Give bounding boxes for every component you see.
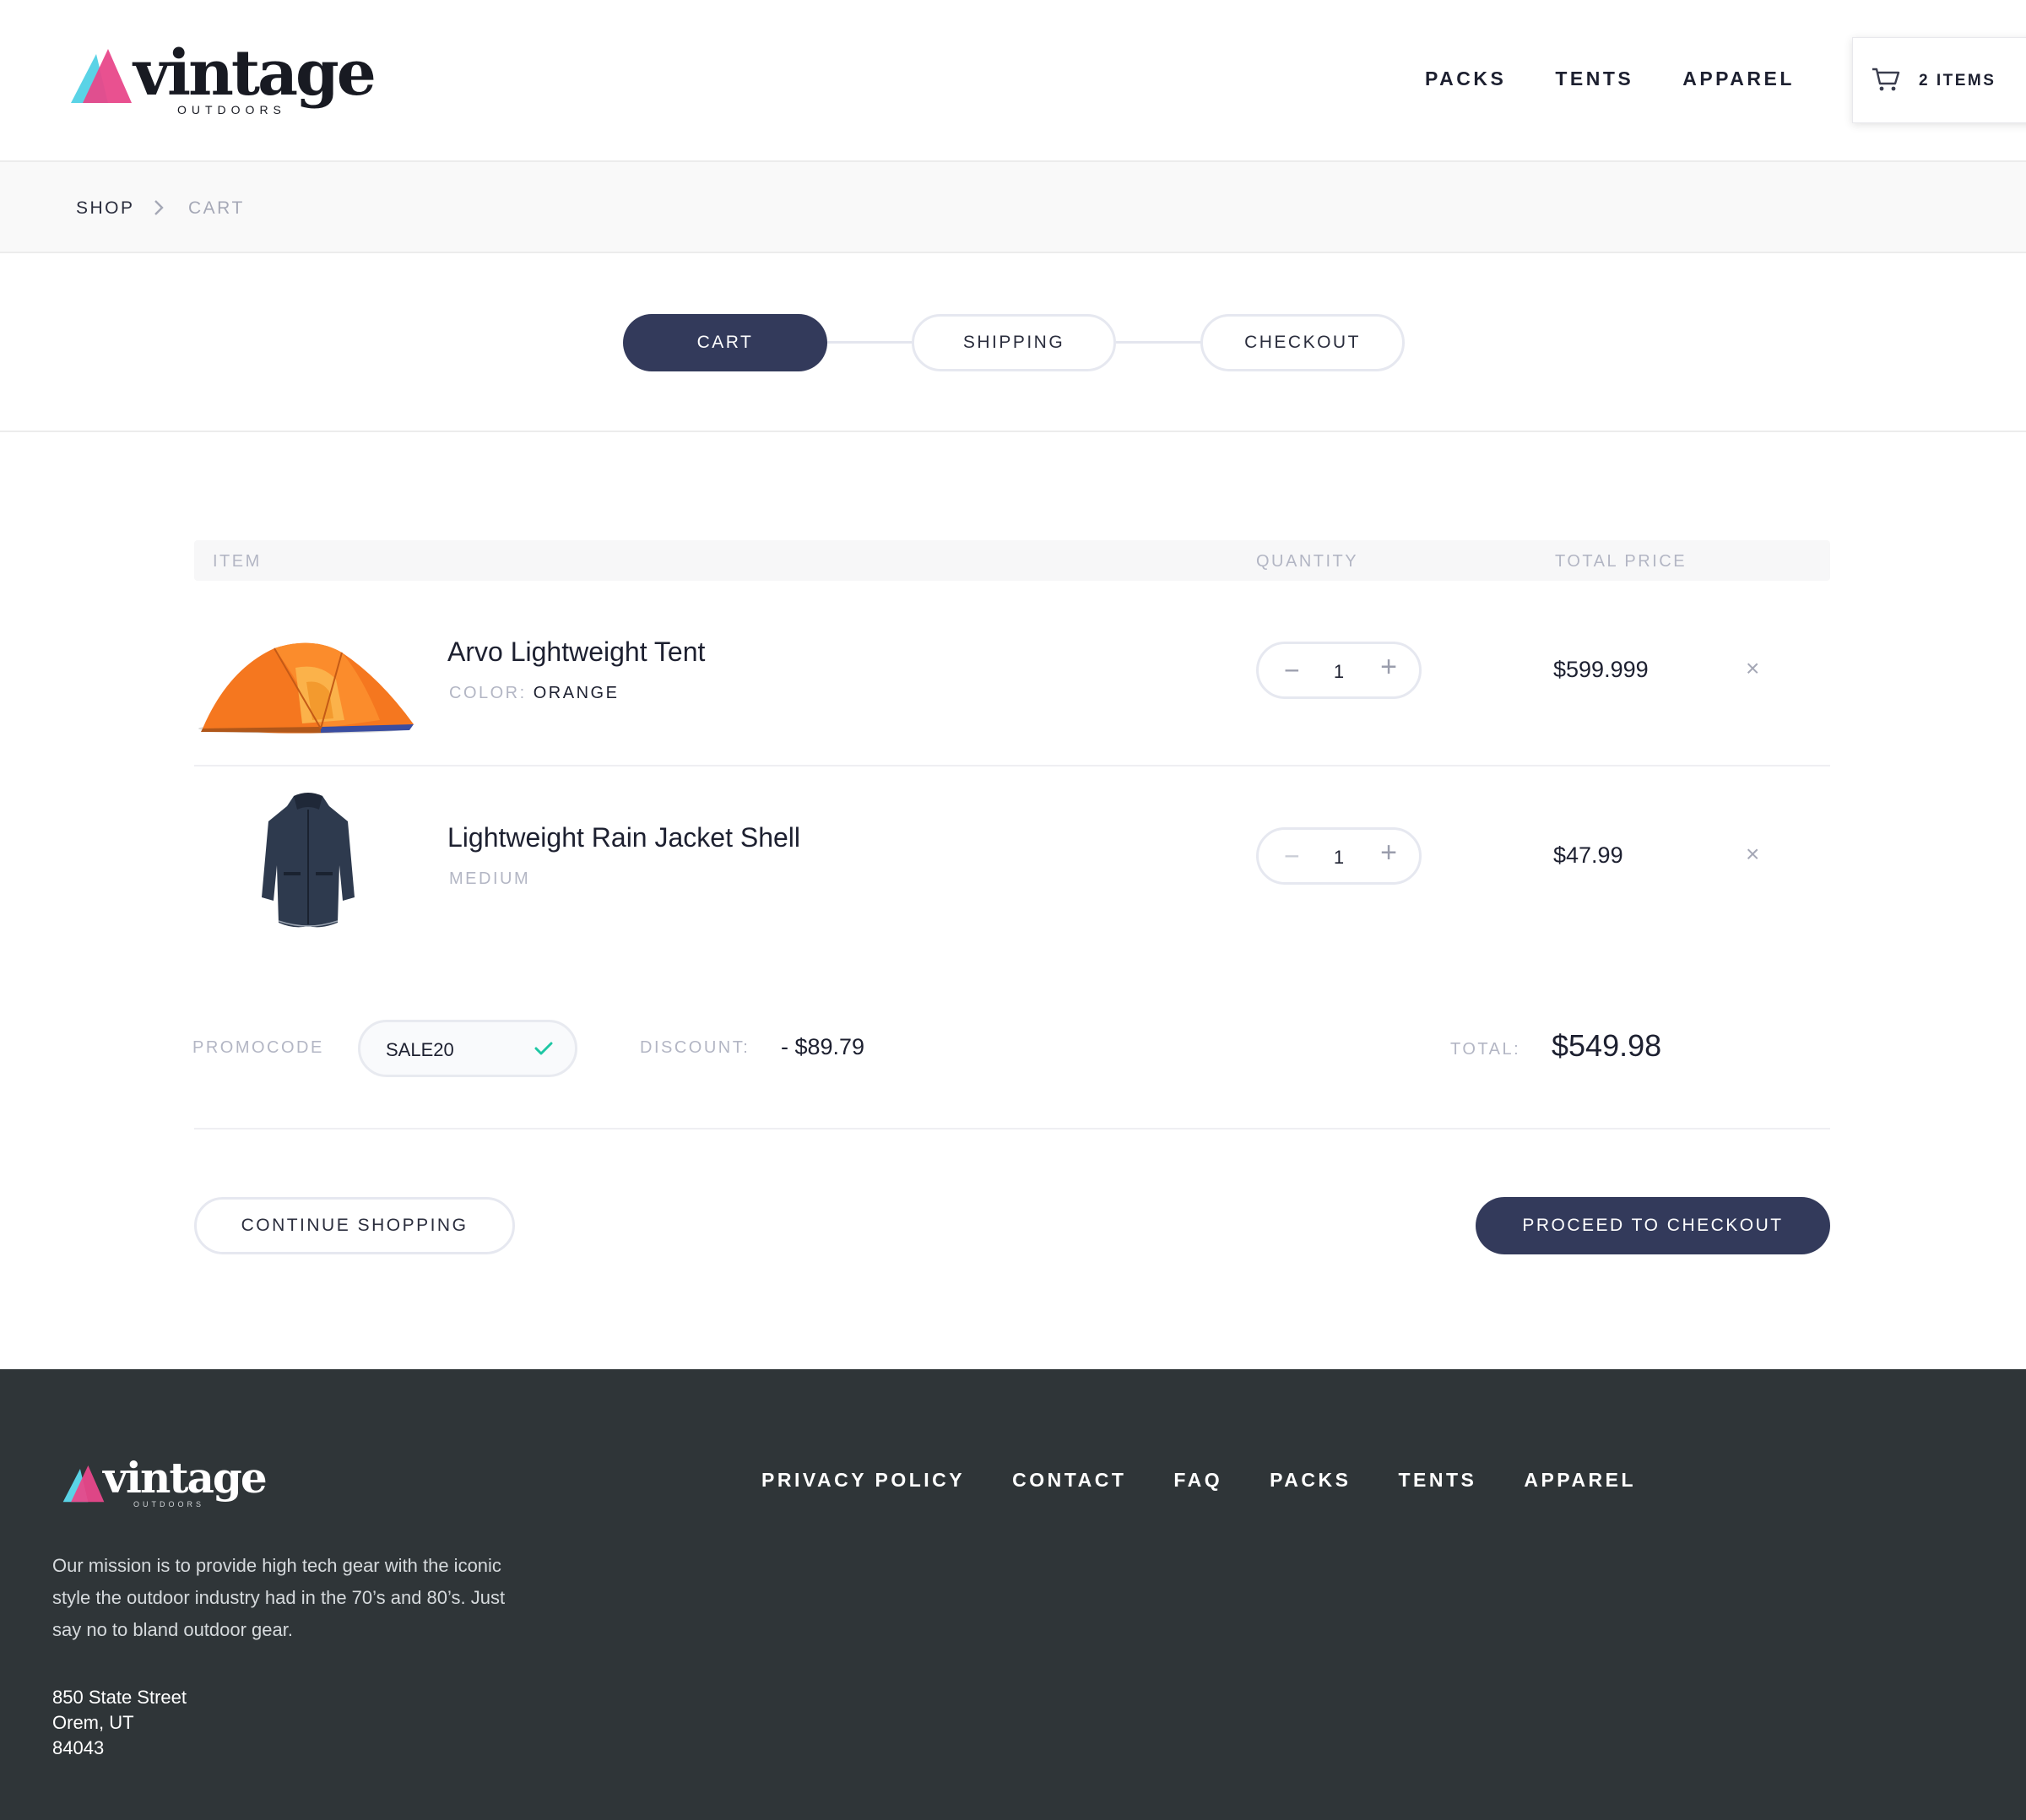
quantity-stepper: − 1 + [1256, 827, 1422, 885]
discount-label: DISCOUNT: [640, 1038, 750, 1057]
logo-tagline: OUTDOORS [177, 103, 286, 116]
brand-logo[interactable]: vintage OUTDOORS [71, 42, 376, 120]
variant-label: MEDIUM [449, 869, 531, 888]
footer-logo[interactable]: vintage OUTDOORS [62, 1453, 268, 1511]
variant-label: COLOR: [449, 684, 527, 702]
footer-link-faq[interactable]: FAQ [1173, 1469, 1222, 1492]
column-header-quantity: QUANTITY [1256, 552, 1359, 571]
promocode-value: SALE20 [386, 1039, 454, 1060]
rain-jacket-image [262, 793, 355, 928]
address-city: Orem, UT [52, 1712, 134, 1733]
cart-item-row: Lightweight Rain Jacket Shell MEDIUM − 1… [194, 766, 1830, 952]
cart-table-header: ITEM QUANTITY TOTAL PRICE [194, 540, 1830, 581]
footer-address: 850 State Street Orem, UT 84043 [52, 1685, 187, 1761]
nav-packs[interactable]: PACKS [1425, 68, 1506, 90]
breadcrumb-shop-link[interactable]: SHOP [76, 198, 135, 219]
step-shipping[interactable]: SHIPPING [912, 314, 1116, 371]
step-checkout[interactable]: CHECKOUT [1200, 314, 1405, 371]
total-value: $549.98 [1552, 1028, 1662, 1063]
main-nav: PACKS TENTS APPAREL [1425, 68, 1795, 90]
nav-apparel[interactable]: APPAREL [1682, 68, 1795, 90]
footer-link-apparel[interactable]: APPAREL [1524, 1469, 1636, 1492]
cart-count-label: 2 ITEMS [1919, 72, 1996, 89]
logo-wordmark: vintage [133, 37, 376, 110]
promocode-input[interactable]: SALE20 [358, 1020, 577, 1077]
step-connector [824, 341, 915, 344]
chevron-right-icon [154, 200, 164, 215]
checkout-stepper: CART SHIPPING CHECKOUT [0, 253, 2026, 432]
footer-nav: PRIVACY POLICY CONTACT FAQ PACKS TENTS A… [761, 1469, 1636, 1492]
footer-mission-text: Our mission is to provide high tech gear… [52, 1555, 506, 1640]
cart-icon [1872, 68, 1900, 91]
cart-summary-button[interactable]: 2 ITEMS [1852, 37, 2026, 123]
increase-quantity-button[interactable]: + [1380, 838, 1397, 867]
increase-quantity-button[interactable]: + [1380, 653, 1397, 681]
column-header-item: ITEM [213, 552, 262, 571]
quantity-stepper: − 1 + [1256, 642, 1422, 699]
footer-link-packs[interactable]: PACKS [1270, 1469, 1351, 1492]
discount-value: - $89.79 [781, 1034, 865, 1059]
remove-item-button[interactable]: × [1746, 657, 1759, 680]
step-cart[interactable]: CART [623, 314, 827, 371]
divider [194, 1128, 1830, 1129]
item-total-price: $599.999 [1553, 657, 1649, 682]
footer-logo-wordmark: vintage [103, 1453, 268, 1503]
variant-value: ORANGE [533, 684, 620, 702]
remove-item-button[interactable]: × [1746, 842, 1759, 866]
product-variant: COLOR: ORANGE [449, 684, 619, 703]
product-name[interactable]: Lightweight Rain Jacket Shell [447, 822, 800, 853]
item-total-price: $47.99 [1553, 842, 1623, 868]
site-footer: vintage OUTDOORS PRIVACY POLICY CONTACT … [0, 1369, 2026, 1820]
step-connector [1114, 341, 1204, 344]
total-label: TOTAL: [1450, 1040, 1521, 1059]
continue-shopping-button[interactable]: CONTINUE SHOPPING [194, 1197, 515, 1254]
logo-mountain-icon [62, 1465, 105, 1503]
footer-link-privacy[interactable]: PRIVACY POLICY [761, 1469, 965, 1492]
cart-item-row: Arvo Lightweight Tent COLOR: ORANGE − 1 … [194, 581, 1830, 766]
product-name[interactable]: Arvo Lightweight Tent [447, 636, 705, 668]
footer-link-tents[interactable]: TENTS [1398, 1469, 1476, 1492]
address-zip: 84043 [52, 1737, 105, 1758]
breadcrumb: SHOP CART [0, 160, 2026, 253]
nav-tents[interactable]: TENTS [1555, 68, 1633, 90]
check-icon [534, 1042, 553, 1055]
orange-tent-image [198, 642, 414, 734]
column-header-total: TOTAL PRICE [1555, 552, 1687, 571]
footer-link-contact[interactable]: CONTACT [1012, 1469, 1126, 1492]
logo-mountain-icon [71, 49, 132, 103]
proceed-to-checkout-button[interactable]: PROCEED TO CHECKOUT [1476, 1197, 1830, 1254]
breadcrumb-current: CART [188, 198, 245, 218]
promocode-label: PROMOCODE [192, 1038, 324, 1057]
product-variant: MEDIUM [449, 869, 530, 889]
address-street: 850 State Street [52, 1687, 187, 1708]
footer-logo-tagline: OUTDOORS [133, 1500, 205, 1509]
site-header: vintage OUTDOORS PACKS TENTS APPAREL 2 I… [0, 0, 2026, 160]
